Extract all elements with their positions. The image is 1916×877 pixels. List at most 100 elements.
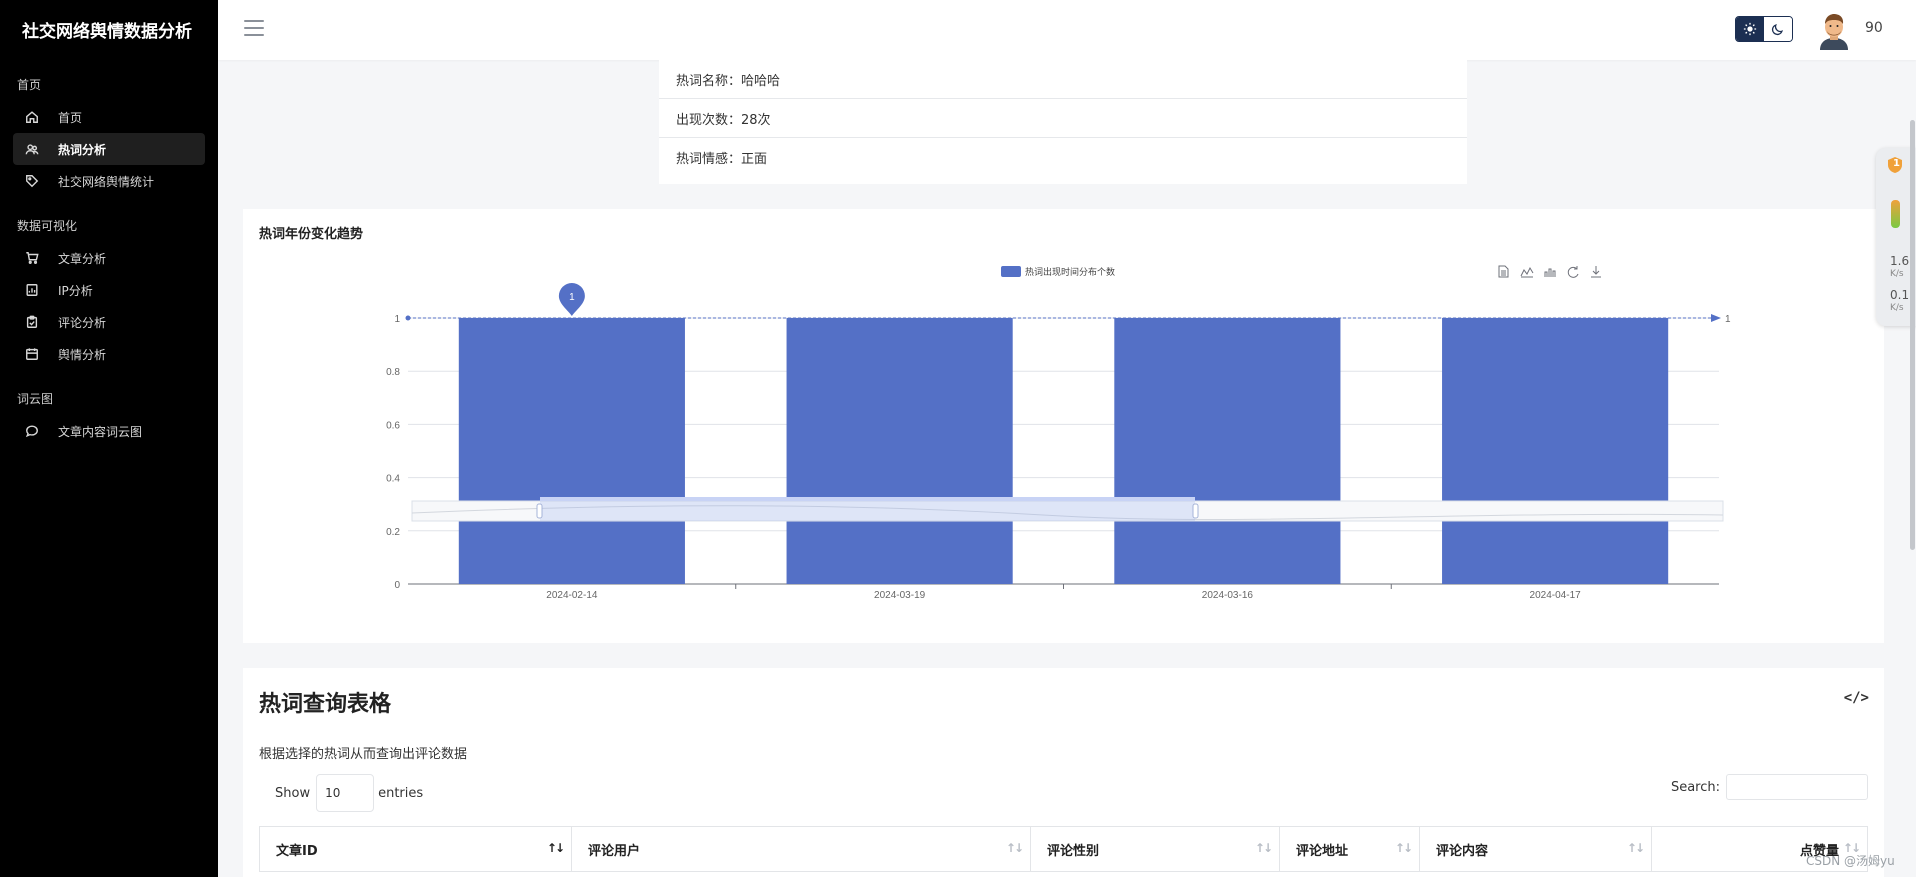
- mark-line-label: 1: [1725, 314, 1731, 325]
- topbar: 90: [218, 0, 1916, 60]
- datazoom-selected-top: [540, 497, 1195, 501]
- moon-icon[interactable]: [1764, 17, 1792, 41]
- clipboard-icon: [25, 315, 39, 329]
- datazoom-handle-left[interactable]: [536, 503, 543, 519]
- datazoom-handle-right[interactable]: [1192, 503, 1199, 519]
- bar-switch-icon[interactable]: [1544, 268, 1556, 277]
- sidebar-item-article-analysis[interactable]: 文章分析: [13, 242, 205, 274]
- sidebar-item-label: 首页: [58, 110, 83, 125]
- page-scrollbar[interactable]: [1910, 120, 1915, 550]
- hot-word-info-card: 热词名称：哈哈哈 出现次数：28次 热词情感：正面: [659, 60, 1467, 184]
- speed-meter-icon: [1891, 200, 1900, 228]
- sidebar-section-home: 首页: [17, 78, 42, 92]
- sort-icon: ↑↓: [1005, 841, 1024, 855]
- download-unit: K/s: [1890, 303, 1904, 313]
- chart-file-icon: [25, 283, 39, 297]
- x-tick-label: 2024-04-17: [1530, 590, 1582, 601]
- restore-icon[interactable]: [1567, 266, 1579, 278]
- badge-count: 1: [1893, 158, 1900, 169]
- chart-bar: [458, 318, 685, 584]
- calendar-icon: [25, 347, 39, 361]
- sidebar-item-opinion-analysis[interactable]: 舆情分析: [13, 338, 205, 370]
- sidebar-item-article-wordcloud[interactable]: 文章内容词云图: [13, 415, 205, 447]
- show-entries: Show entries: [275, 774, 423, 812]
- search-label: Search:: [1670, 779, 1720, 795]
- sort-icon: ↑↓: [1626, 841, 1645, 855]
- sidebar-item-social-stats[interactable]: 社交网络舆情统计: [13, 165, 205, 197]
- sidebar-item-label: 社交网络舆情统计: [58, 174, 155, 189]
- tag-icon: [25, 174, 39, 188]
- sidebar-item-hot-word-analysis[interactable]: 热词分析: [13, 133, 205, 165]
- search-box: Search:: [1671, 774, 1868, 800]
- table-title: 热词查询表格: [259, 692, 392, 717]
- upload-speed: 1.6: [1890, 254, 1910, 268]
- hot-word-sentiment: 热词情感：正面: [676, 152, 768, 167]
- mark-point-label: 1: [569, 292, 575, 303]
- sidebar-section-visualization: 数据可视化: [17, 219, 78, 233]
- mark-line-start: [405, 315, 411, 321]
- mark-line-arrow: [1711, 314, 1721, 322]
- hot-word-name: 热词名称：哈哈哈: [659, 60, 1467, 99]
- column-header-comment-location[interactable]: 评论地址 ↑↓: [1279, 826, 1420, 872]
- sidebar: 社交网络舆情数据分析 首页 首页 热词分析 社交网络舆情统计 数据可视化 文章分…: [0, 0, 218, 877]
- y-tick-label: 1: [394, 314, 400, 325]
- column-header-article-id[interactable]: 文章ID ↑↓: [259, 826, 572, 872]
- upload-unit: K/s: [1890, 269, 1904, 279]
- cart-icon: [25, 251, 39, 265]
- legend-label: 热词出现时间分布个数: [1025, 266, 1115, 277]
- sort-asc-icon: ↑↓: [546, 841, 565, 855]
- sidebar-item-label: IP分析: [58, 283, 93, 298]
- home-icon: [25, 110, 39, 124]
- search-input[interactable]: [1726, 774, 1868, 800]
- download-speed: 0.1: [1890, 288, 1910, 302]
- avatar[interactable]: [1816, 12, 1852, 50]
- sidebar-item-label: 评论分析: [58, 315, 107, 330]
- y-tick-label: 0.6: [386, 420, 400, 431]
- menu-toggle-icon[interactable]: [244, 20, 264, 38]
- hot-word-count: 出现次数：28次: [659, 99, 1467, 138]
- data-view-icon[interactable]: [1498, 265, 1509, 278]
- sidebar-section-wordcloud: 词云图: [17, 392, 54, 406]
- sidebar-item-home[interactable]: 首页: [13, 101, 205, 133]
- message-icon: [25, 424, 39, 438]
- y-tick-label: 0.8: [386, 367, 400, 378]
- code-icon[interactable]: </>: [1844, 690, 1869, 706]
- y-tick-label: 0: [394, 580, 400, 591]
- entries-select[interactable]: [316, 774, 375, 812]
- sidebar-item-label: 文章分析: [58, 251, 107, 266]
- theme-toggle[interactable]: [1735, 16, 1793, 42]
- line-switch-icon[interactable]: [1520, 266, 1534, 278]
- table-header-row: 文章ID ↑↓ 评论用户 ↑↓ 评论性别 ↑↓ 评论地址 ↑↓ 评论内容 ↑↓ 点赞量 ↑↓: [259, 826, 1868, 872]
- table-card: 热词查询表格 </> 根据选择的热词从而查询出评论数据 Show entries…: [243, 668, 1884, 877]
- users-icon: [25, 142, 39, 156]
- user-count: 90: [1865, 20, 1883, 36]
- save-image-icon[interactable]: [1591, 266, 1601, 278]
- sidebar-item-label: 热词分析: [58, 142, 107, 157]
- x-tick-label: 2024-03-19: [874, 590, 926, 601]
- table-subtitle: 根据选择的热词从而查询出评论数据: [259, 747, 468, 762]
- legend-swatch: [1001, 266, 1021, 277]
- sun-icon[interactable]: [1736, 17, 1764, 41]
- sort-icon: ↑↓: [1394, 841, 1413, 855]
- x-tick-label: 2024-02-14: [546, 590, 598, 601]
- sidebar-item-ip-analysis[interactable]: IP分析: [13, 274, 205, 306]
- column-header-comment-user[interactable]: 评论用户 ↑↓: [571, 826, 1031, 872]
- show-label: Show: [275, 785, 311, 801]
- y-tick-label: 0.4: [386, 474, 400, 485]
- chart-bar: [1442, 318, 1669, 584]
- trend-chart: 0 0.2 0.4 0.6 0.8 1 2024-02-14 2024-03-19 2024-0…: [386, 265, 1731, 601]
- app-title: 社交网络舆情数据分析: [22, 21, 192, 42]
- x-tick-label: 2024-03-16: [1202, 590, 1254, 601]
- chart-card: 热词年份变化趋势 0 0.2 0.4 0.6 0.8 1 2024-02-14 2024-03…: [243, 209, 1884, 643]
- hot-word-table: 文章ID ↑↓ 评论用户 ↑↓ 评论性别 ↑↓ 评论地址 ↑↓ 评论内容 ↑↓ 点赞量 ↑↓: [259, 826, 1868, 872]
- sidebar-item-label: 舆情分析: [58, 347, 107, 362]
- sort-icon: ↑↓: [1254, 841, 1273, 855]
- datazoom-selected: [540, 501, 1195, 521]
- sidebar-item-label: 文章内容词云图: [58, 424, 143, 439]
- column-header-comment-gender[interactable]: 评论性别 ↑↓: [1030, 826, 1280, 872]
- chart-bar: [786, 318, 1013, 584]
- y-tick-label: 0.2: [386, 527, 400, 538]
- watermark: CSDN @汤姆yu: [1806, 854, 1895, 868]
- sidebar-item-comment-analysis[interactable]: 评论分析: [13, 306, 205, 338]
- column-header-comment-content[interactable]: 评论内容 ↑↓: [1419, 826, 1652, 872]
